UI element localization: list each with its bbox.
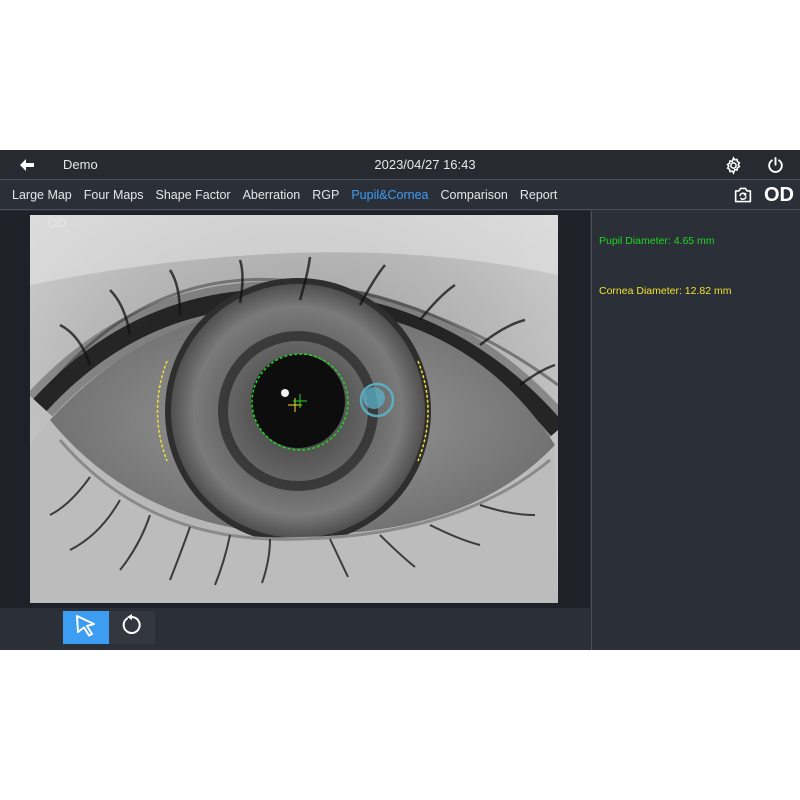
tab-pupil-cornea[interactable]: Pupil&Cornea — [345, 188, 434, 202]
pupil-diameter-text: Pupil Diameter: 4.65 mm — [599, 235, 715, 247]
cornea-diameter-text: Cornea Diameter: 12.82 mm — [599, 285, 732, 297]
tab-comparison[interactable]: Comparison — [434, 188, 513, 202]
tab-four-maps[interactable]: Four Maps — [78, 188, 150, 202]
gear-icon[interactable] — [722, 154, 744, 176]
power-icon[interactable] — [764, 154, 786, 176]
tab-aberration[interactable]: Aberration — [237, 188, 307, 202]
header-bar: Demo 2023/04/27 16:43 — [0, 150, 800, 180]
reset-button[interactable] — [109, 611, 155, 644]
camera-capture-icon[interactable] — [732, 184, 754, 206]
cursor-arrow-icon — [73, 613, 99, 642]
tab-list: Large Map Four Maps Shape Factor Aberrat… — [6, 180, 563, 210]
select-tool-button[interactable] — [63, 611, 109, 644]
app-window: Demo 2023/04/27 16:43 Large Map Four Map… — [0, 150, 800, 650]
eye-photo[interactable] — [30, 215, 558, 603]
tab-bar: Large Map Four Maps Shape Factor Aberrat… — [0, 180, 800, 210]
eye-side-indicator: OD — [764, 184, 794, 206]
exam-datetime: 2023/04/27 16:43 — [374, 157, 476, 172]
rotate-reset-icon — [120, 613, 144, 642]
tab-report[interactable]: Report — [514, 188, 564, 202]
image-eye-label: OD — [48, 216, 66, 230]
results-panel: Pupil Diameter: 4.65 mm Cornea Diameter:… — [591, 211, 800, 650]
image-panel: OD — [0, 211, 590, 608]
tab-large-map[interactable]: Large Map — [6, 188, 78, 202]
bottom-toolbar — [0, 608, 590, 650]
tab-shape-factor[interactable]: Shape Factor — [150, 188, 237, 202]
tab-rgp[interactable]: RGP — [306, 188, 345, 202]
